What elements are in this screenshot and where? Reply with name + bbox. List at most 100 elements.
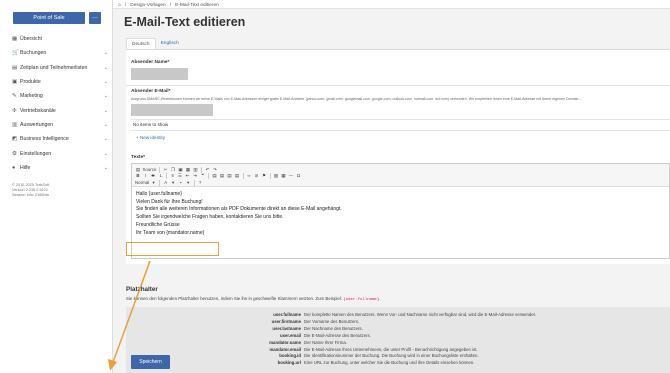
sidebar-item-label: Einstellungen	[20, 150, 52, 157]
justify-icon[interactable]: ▤	[234, 173, 240, 179]
placeholders-desc-end: .	[379, 296, 381, 301]
chart-icon: ▥	[12, 121, 18, 128]
more-menu-button[interactable]: …	[89, 12, 101, 24]
chevron-down-icon[interactable]: ⌄	[104, 65, 108, 71]
align-left-icon[interactable]: ▤	[212, 173, 218, 179]
chevron-down-icon[interactable]: ⌄	[104, 79, 108, 85]
grid-icon: ▦	[12, 36, 18, 43]
tab-englisch[interactable]: Englisch	[156, 38, 184, 49]
sidebar-item-0[interactable]: ▦ Übersicht	[12, 32, 108, 46]
chevron-down-icon[interactable]: ⌄	[104, 93, 108, 99]
placeholder-key: user.lastname	[272, 325, 301, 331]
bg-color-icon[interactable]: ▪	[178, 180, 184, 186]
sidebar-item-4[interactable]: ✎ Marketing ⌄	[12, 89, 108, 103]
blockquote-icon[interactable]: ❝	[200, 173, 206, 179]
divider	[131, 119, 670, 120]
bi-icon: ◩	[12, 136, 18, 143]
numbered-list-icon[interactable]: ≡	[170, 173, 176, 179]
sidebar-item-5[interactable]: ✣ Vertriebskanäle ⌄	[12, 103, 108, 117]
sidebar-item-9[interactable]: ● Hilfe ⌄	[12, 161, 108, 175]
sidebar-item-label: Buchungen	[20, 50, 47, 57]
strike-icon[interactable]: S	[150, 173, 156, 179]
home-icon[interactable]: ⌂	[118, 3, 121, 8]
outdent-icon[interactable]: ⇤	[185, 173, 191, 179]
indent-icon[interactable]: ⇥	[192, 173, 198, 179]
language-tabs: Deutsch Englisch	[126, 38, 184, 49]
sidebar-item-label: Auswertungen	[20, 121, 54, 128]
toolbar-separator	[166, 173, 167, 179]
sidebar: Point of Sale … ▦ Übersicht 🛒 Buchungen ⌄ ▤ Ze…	[0, 0, 113, 373]
placeholder-key: mandator.email	[269, 346, 301, 352]
sidebar-item-label: Business Intelligence	[20, 136, 69, 143]
placeholder-row: user.fullname Der komplette Namen des Ben…	[186, 312, 536, 317]
placeholder-description: Die Identifikationsnummer der Buchung. D…	[304, 353, 479, 359]
chevron-down-icon[interactable]: ⌄	[104, 108, 108, 114]
unlink-icon[interactable]: ⊘	[254, 173, 260, 179]
image-icon[interactable]: ▨	[273, 173, 279, 179]
sidebar-item-8[interactable]: ⚙ Einstellungen ⌄	[12, 146, 108, 160]
placeholder-row: booking.id Die Identifikationsnummer der …	[186, 353, 479, 359]
breadcrumb: ⌂ / Design-Vorlagen / E-Mail-Text editie…	[113, 0, 670, 9]
network-icon: ✣	[12, 107, 17, 114]
special-char-icon[interactable]: Ω	[296, 173, 302, 179]
tab-deutsch[interactable]: Deutsch	[126, 38, 156, 49]
gear-icon: ⚙	[12, 150, 17, 157]
placeholder-key: booking.url	[277, 360, 301, 366]
megaphone-icon: ✎	[12, 93, 17, 100]
page-title: E-Mail-Text editieren	[124, 15, 246, 29]
chevron-down-icon[interactable]: ⌄	[104, 136, 108, 142]
placeholder-description: Die E-Mail-Adresse des Benutzers.	[304, 332, 371, 338]
sidebar-item-7[interactable]: ◩ Business Intelligence ⌄	[12, 132, 108, 146]
placeholder-row: user.lastname Der Nachname des Benutzers.	[186, 325, 362, 331]
sidebar-item-6[interactable]: ▥ Auswertungen ⌄	[12, 118, 108, 132]
chevron-down-icon[interactable]: ▾	[185, 180, 191, 186]
pos-row: Point of Sale …	[13, 12, 101, 24]
point-of-sale-button[interactable]: Point of Sale	[13, 12, 85, 24]
chevron-down-icon[interactable]: ▾	[170, 180, 176, 186]
align-right-icon[interactable]: ▤	[227, 173, 233, 179]
breadcrumb-design-templates[interactable]: Design-Vorlagen	[130, 3, 165, 8]
new-identity-label: New identity	[139, 135, 165, 140]
text-color-icon[interactable]: A	[163, 180, 169, 186]
align-center-icon[interactable]: ▤	[219, 173, 225, 179]
toolbar-separator	[193, 179, 195, 186]
editor-line: Hallo {user.fullname}	[136, 191, 182, 197]
format-select[interactable]: Normal	[135, 180, 149, 186]
divider	[131, 130, 670, 131]
placeholders-title: Platzhalter	[126, 286, 158, 293]
sender-email-input[interactable]	[131, 104, 213, 116]
sender-email-label: Absender E-Mail*	[131, 89, 171, 94]
horizontal-line-icon[interactable]: ―	[288, 173, 294, 179]
link-icon[interactable]: ∞	[246, 173, 252, 179]
placeholder-key: mandator.name	[269, 339, 301, 345]
sidebar-item-3[interactable]: ▣ Produkte ⌄	[12, 75, 108, 89]
table-icon[interactable]: ▦	[281, 173, 287, 179]
bullet-list-icon[interactable]: ☰	[177, 173, 183, 179]
anchor-icon[interactable]: ⚑	[261, 173, 267, 179]
sidebar-nav: ▦ Übersicht 🛒 Buchungen ⌄ ▤ Zeitplan und Teiln…	[12, 32, 108, 175]
chevron-down-icon[interactable]: ⌄	[104, 151, 108, 157]
bold-icon[interactable]: B	[135, 173, 141, 179]
placeholder-description: Die E-Mail-Adresse Ihres Unternehmens, d…	[304, 346, 478, 352]
help-icon[interactable]: ?	[197, 180, 203, 186]
placeholder-key: user.email	[279, 332, 301, 338]
remove-format-icon[interactable]: I̶	[158, 173, 164, 179]
chevron-down-icon[interactable]: ▾	[151, 180, 157, 186]
chevron-down-icon[interactable]: ⌄	[104, 122, 108, 128]
highlight-box	[126, 242, 219, 256]
placeholder-row: user.email Die E-Mail-Adresse des Benutze…	[186, 333, 371, 338]
chevron-down-icon[interactable]: ⌄	[104, 50, 108, 56]
sender-name-input[interactable]	[131, 68, 188, 80]
sidebar-item-1[interactable]: 🛒 Buchungen ⌄	[12, 46, 108, 60]
editor-content[interactable]: Hallo {user.fullname} Vielen Dank für Ihr…	[136, 191, 342, 237]
placeholder-description: Der Name Ihrer Firma.	[304, 339, 347, 345]
new-identity-link[interactable]: + New identity	[136, 135, 165, 140]
placeholder-description: Der Vorname des Benutzers.	[304, 318, 360, 324]
toolbar-row-3: Normal ▾ A ▾ ▪ ▾ ?	[135, 179, 203, 186]
chevron-down-icon[interactable]: ⌄	[104, 165, 108, 171]
placeholder-description: Der komplette Namen des Benutzers. Wenn …	[304, 312, 537, 317]
editor-line: Sie finden alle weiteren Informationen a…	[136, 206, 342, 213]
sidebar-item-2[interactable]: ▤ Zeitplan und Teilnehmerlisten ⌄	[12, 61, 108, 75]
save-button[interactable]: Speichern	[131, 355, 170, 369]
italic-icon[interactable]: I	[143, 173, 149, 179]
